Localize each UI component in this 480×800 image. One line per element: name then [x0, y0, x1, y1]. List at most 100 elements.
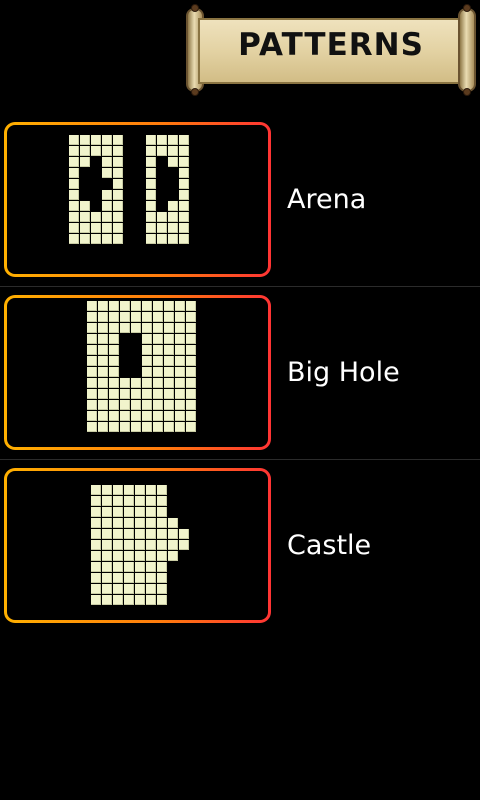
grid-cell	[98, 422, 108, 432]
grid-cell	[179, 179, 189, 189]
grid-cell	[98, 323, 108, 333]
grid-cell	[186, 345, 196, 355]
pattern-thumbnail	[7, 471, 268, 620]
grid-cell	[157, 551, 167, 561]
grid-cell	[98, 411, 108, 421]
grid-cell	[146, 212, 156, 222]
grid-cell	[109, 334, 119, 344]
pattern-item-big-hole[interactable]: Big Hole	[0, 287, 480, 460]
grid-cell	[142, 367, 152, 377]
grid-cell	[146, 529, 156, 539]
grid-cell	[113, 212, 123, 222]
grid-cell	[175, 301, 185, 311]
grid-cell	[142, 422, 152, 432]
grid-cell	[146, 146, 156, 156]
grid-cell	[135, 529, 145, 539]
pattern-thumbnail-frame[interactable]	[4, 295, 271, 450]
grid-cell	[98, 345, 108, 355]
grid-cell	[102, 135, 112, 145]
grid-cell	[113, 540, 123, 550]
grid-cell	[124, 551, 134, 561]
grid-cell	[168, 212, 178, 222]
grid-cell	[168, 529, 178, 539]
grid-cell	[135, 595, 145, 605]
grid-cell	[135, 562, 145, 572]
grid-cell	[69, 234, 79, 244]
grid-cell	[164, 367, 174, 377]
scroll-knob-icon	[191, 4, 199, 12]
grid-cell	[69, 201, 79, 211]
grid-cell	[124, 518, 134, 528]
grid-cell	[113, 179, 123, 189]
grid-cell	[69, 212, 79, 222]
patterns-header: PATTERNS	[186, 4, 476, 96]
grid-cell	[113, 507, 123, 517]
grid-cell	[113, 573, 123, 583]
grid-cell	[157, 584, 167, 594]
grid-cell	[157, 507, 167, 517]
pattern-thumbnail-frame[interactable]	[4, 122, 271, 277]
grid-cell	[80, 223, 90, 233]
grid-cell	[179, 190, 189, 200]
grid-cell	[168, 146, 178, 156]
grid-cell	[98, 389, 108, 399]
grid-cell	[135, 507, 145, 517]
grid-cell	[142, 323, 152, 333]
grid-cell	[109, 378, 119, 388]
grid-cell	[113, 529, 123, 539]
scroll-knob-icon	[463, 4, 471, 12]
grid-cell	[153, 356, 163, 366]
grid-cell	[186, 312, 196, 322]
grid-cell	[164, 411, 174, 421]
grid-cell	[124, 507, 134, 517]
grid-cell	[146, 584, 156, 594]
grid-cell	[153, 367, 163, 377]
grid-cell	[146, 518, 156, 528]
grid-cell	[157, 146, 167, 156]
grid-cell	[146, 179, 156, 189]
grid-cell	[69, 135, 79, 145]
grid-cell	[113, 496, 123, 506]
grid-cell	[98, 400, 108, 410]
grid-cell	[186, 323, 196, 333]
grid-cell	[91, 485, 101, 495]
grid-cell	[102, 551, 112, 561]
grid-cell	[157, 595, 167, 605]
grid-cell	[98, 334, 108, 344]
pattern-thumbnail-frame[interactable]	[4, 468, 271, 623]
grid-cell	[109, 389, 119, 399]
grid-cell	[179, 146, 189, 156]
grid-cell	[168, 157, 178, 167]
grid-cell	[120, 400, 130, 410]
pattern-item-arena[interactable]: Arena	[0, 114, 480, 287]
grid-cell	[69, 223, 79, 233]
grid-cell	[142, 312, 152, 322]
grid-cell	[80, 157, 90, 167]
grid-cell	[69, 157, 79, 167]
grid-cell	[168, 551, 178, 561]
grid-cell	[146, 562, 156, 572]
grid-cell	[102, 223, 112, 233]
grid-cell	[146, 540, 156, 550]
grid-cell	[113, 485, 123, 495]
grid-cell	[175, 345, 185, 355]
scroll-knob-icon	[463, 88, 471, 96]
grid-cell	[87, 367, 97, 377]
grid-cell	[179, 135, 189, 145]
grid-cell	[135, 551, 145, 561]
pattern-item-castle[interactable]: Castle	[0, 460, 480, 633]
grid-cell	[124, 573, 134, 583]
grid-cell	[87, 389, 97, 399]
grid-cell	[87, 411, 97, 421]
grid-cell	[168, 234, 178, 244]
grid-cell	[146, 595, 156, 605]
grid-cell	[124, 595, 134, 605]
grid-cell	[91, 551, 101, 561]
grid-cell	[91, 573, 101, 583]
grid-cell	[146, 201, 156, 211]
grid-cell	[157, 562, 167, 572]
grid-cell	[179, 234, 189, 244]
grid-cell	[135, 518, 145, 528]
grid-cell	[153, 389, 163, 399]
grid-cell	[109, 400, 119, 410]
